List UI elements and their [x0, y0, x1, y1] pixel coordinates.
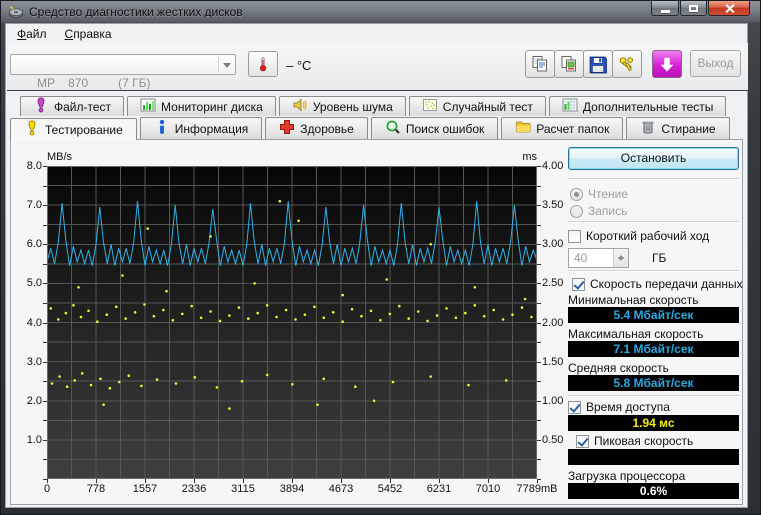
client-area: Файл Справка MP 870 (7 ГБ) – °C Выход Фа…: [5, 23, 748, 508]
checkbox-icon: [568, 230, 581, 243]
avg-speed-value: 5.8 Мбайт/сек: [568, 375, 739, 391]
short-stroke-checkbox[interactable]: Короткий рабочий ход: [568, 229, 709, 243]
max-speed-value: 7.1 Мбайт/сек: [568, 341, 739, 357]
tab-noise-level[interactable]: Уровень шума: [279, 96, 406, 116]
bar-chart-icon: [140, 97, 156, 116]
keys-icon: [617, 55, 637, 73]
health-icon: [279, 119, 295, 138]
folder-icon: [515, 119, 531, 138]
separator: [568, 395, 739, 397]
menu-bar: Файл Справка: [8, 26, 121, 43]
read-radio[interactable]: Чтение: [570, 187, 628, 201]
spinner-arrows-icon[interactable]: [613, 249, 628, 267]
dots-icon: [422, 97, 438, 116]
down-arrow-icon: [657, 55, 677, 73]
tab-folder-usage[interactable]: Расчет папок: [501, 117, 623, 139]
device-select[interactable]: MP 870 (7 ГБ): [10, 54, 236, 75]
download-button[interactable]: [652, 50, 682, 78]
tab-label: Тестирование: [45, 123, 123, 137]
separator: [568, 270, 739, 272]
save-button[interactable]: [583, 50, 613, 78]
toolbar-buttons: [525, 50, 682, 78]
copy-image-button[interactable]: [554, 50, 584, 78]
exit-button[interactable]: Выход: [690, 50, 741, 77]
temperature-button[interactable]: [248, 51, 278, 77]
copy-image-icon: [559, 55, 579, 73]
write-radio[interactable]: Запись: [570, 204, 627, 218]
cpu-load-value: 0.6%: [568, 483, 739, 499]
radio-icon: [570, 205, 583, 218]
menu-item-file[interactable]: Файл: [8, 26, 56, 43]
tab-label: Поиск ошибок: [406, 122, 484, 136]
radio-selected-icon: [570, 188, 583, 201]
tab-label: Стирание: [661, 122, 715, 136]
checkbox-checked-icon: [572, 278, 585, 291]
lamp-yellow-icon: [24, 120, 40, 139]
max-speed-label: Максимальная скорость: [568, 327, 703, 341]
tab-label: Здоровье: [300, 122, 354, 136]
magnifier-icon: [385, 119, 401, 138]
menu-item-help[interactable]: Справка: [56, 26, 121, 43]
temperature-readout: – °C: [286, 58, 311, 73]
tab-label: Дополнительные тесты: [583, 100, 713, 114]
tab-label: Информация: [175, 122, 248, 136]
copy-text-icon: [530, 55, 550, 73]
tab-testing[interactable]: Тестирование: [10, 118, 137, 140]
app-window: Средство диагностики жестких дисков Файл…: [0, 0, 761, 515]
transfer-speed-checkbox[interactable]: Скорость передачи данных: [572, 277, 743, 291]
access-time-value: 1.94 мс: [568, 415, 739, 431]
stop-button[interactable]: Остановить: [568, 147, 739, 170]
avg-speed-label: Средняя скорость: [568, 361, 669, 375]
chevron-down-icon: [218, 57, 233, 72]
tab-error-scan[interactable]: Поиск ошибок: [371, 117, 498, 139]
thermometer-icon: [255, 56, 271, 72]
cpu-load-label: Загрузка процессора: [568, 469, 685, 483]
save-icon: [588, 55, 608, 73]
lamp-purple-icon: [33, 97, 49, 116]
min-speed-label: Минимальная скорость: [568, 293, 699, 307]
capacity-spinner[interactable]: 40: [568, 248, 629, 268]
checkbox-checked-icon: [576, 435, 589, 448]
tab-information[interactable]: Информация: [140, 117, 262, 139]
temperature-unit: °C: [297, 58, 312, 73]
tab-row-primary: Тестирование Информация Здоровье Поиск ошиб…: [10, 116, 730, 139]
tab-label: Файл-тест: [54, 100, 111, 114]
tab-erase[interactable]: Стирание: [626, 117, 729, 139]
temperature-value: –: [286, 58, 293, 73]
tab-label: Случайный тест: [443, 100, 533, 114]
burst-rate-value: [568, 449, 739, 465]
copy-text-button[interactable]: [525, 50, 555, 78]
capacity-unit-label: ГБ: [652, 251, 666, 265]
chart-grid-icon: [562, 97, 578, 116]
capacity-value: 40: [574, 251, 587, 265]
checkbox-checked-icon: [568, 401, 581, 414]
tab-file-test[interactable]: Файл-тест: [20, 96, 124, 116]
device-select-value: MP 870 (7 ГБ): [37, 76, 151, 90]
tab-random-test[interactable]: Случайный тест: [409, 96, 546, 116]
tab-row-secondary: Файл-тест Мониторинг диска Уровень шума Слу…: [20, 95, 726, 116]
tab-extra-tests[interactable]: Дополнительные тесты: [549, 96, 726, 116]
options-button[interactable]: [612, 50, 642, 78]
tab-disk-monitor[interactable]: Мониторинг диска: [127, 96, 276, 116]
access-time-checkbox[interactable]: Время доступа: [568, 400, 670, 414]
trash-icon: [640, 119, 656, 138]
speaker-icon: [292, 97, 308, 116]
separator: [568, 221, 739, 223]
burst-rate-checkbox[interactable]: Пиковая скорость: [576, 434, 693, 448]
tab-label: Расчет папок: [536, 122, 609, 136]
tab-label: Уровень шума: [313, 100, 393, 114]
tab-label: Мониторинг диска: [161, 100, 263, 114]
tab-health[interactable]: Здоровье: [265, 117, 368, 139]
min-speed-value: 5.4 Мбайт/сек: [568, 307, 739, 323]
separator: [568, 178, 739, 180]
info-icon: [154, 119, 170, 138]
